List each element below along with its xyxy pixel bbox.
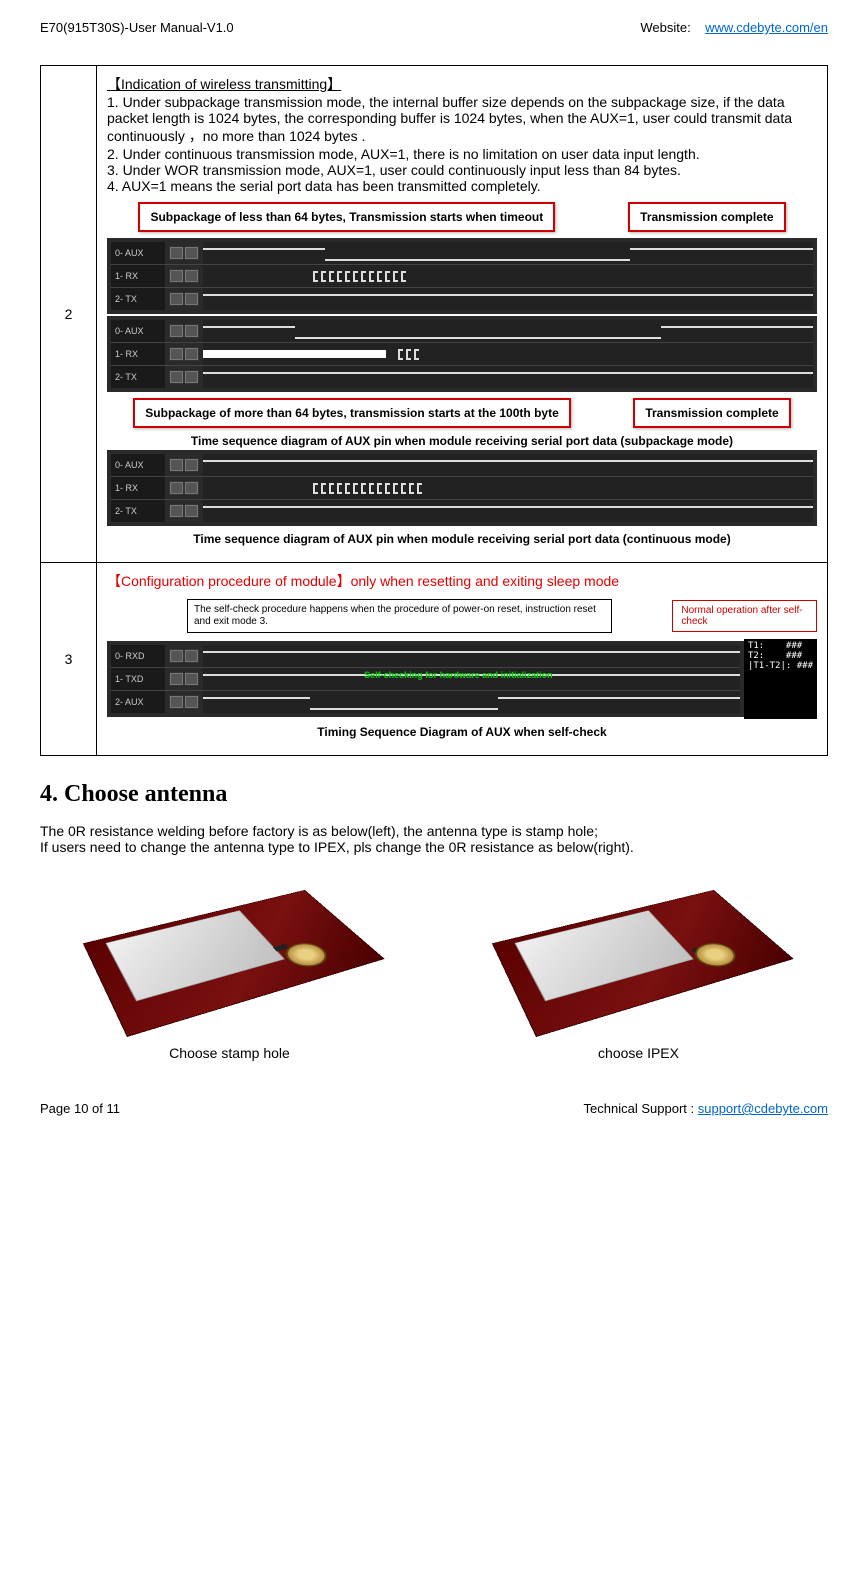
support-email-link[interactable]: support@cdebyte.com: [698, 1101, 828, 1116]
wf-controls-icon: [169, 481, 199, 495]
timing-diagram-selfcheck: The self-check procedure happens when th…: [107, 599, 817, 739]
callout-tx-complete-1: Transmission complete: [628, 202, 785, 232]
page-number: Page 10 of 11: [40, 1101, 120, 1116]
row-content: 【Indication of wireless transmitting】 1.…: [97, 66, 828, 563]
callout-subpackage-gt64: Subpackage of more than 64 bytes, transm…: [133, 398, 570, 428]
timing-diagram-subpackage: Subpackage of less than 64 bytes, Transm…: [107, 202, 817, 546]
wf-controls-icon: [169, 695, 199, 709]
pcb-image-left: [90, 865, 370, 1035]
row2-p1: 1. Under subpackage transmission mode, t…: [107, 94, 817, 146]
waveform-block-3: 0- AUX 1- RX 2- TX: [107, 450, 817, 526]
wf-controls-icon: [169, 246, 199, 260]
timing-readout: T1: ### T2: ### |T1-T2|: ###: [744, 639, 817, 719]
website-link[interactable]: www.cdebyte.com/en: [705, 20, 828, 35]
wf-label-rx: 1- RX: [111, 477, 165, 499]
wf-label-tx: 2- TX: [111, 288, 165, 310]
page-header: E70(915T30S)-User Manual-V1.0 Website: w…: [40, 20, 828, 35]
wf-label-aux: 0- AUX: [111, 242, 165, 264]
diagram-caption-continuous: Time sequence diagram of AUX pin when mo…: [107, 532, 817, 546]
wf-controls-icon: [169, 324, 199, 338]
green-selfcheck-label: Self-checking for hardware and initializ…: [364, 670, 553, 680]
wf-label-aux: 0- AUX: [111, 320, 165, 342]
row2-p3: 3. Under WOR transmission mode, AUX=1, u…: [107, 162, 817, 178]
table-row: 2 【Indication of wireless transmitting】 …: [41, 66, 828, 563]
wf-controls-icon: [169, 370, 199, 384]
callout-selfcheck-note: The self-check procedure happens when th…: [187, 599, 612, 633]
callout-tx-complete-2: Transmission complete: [633, 398, 790, 428]
wf-controls-icon: [169, 458, 199, 472]
section-4-p1: The 0R resistance welding before factory…: [40, 823, 828, 839]
diagram-caption-selfcheck: Timing Sequence Diagram of AUX when self…: [107, 725, 817, 739]
antenna-label-left: Choose stamp hole: [90, 1045, 370, 1061]
row3-title: 【Configuration procedure of module】only …: [107, 571, 817, 591]
row2-title: 【Indication of wireless transmitting】: [107, 74, 817, 94]
wf-label-rxd: 0- RXD: [111, 645, 165, 667]
wf-controls-icon: [169, 347, 199, 361]
wf-controls-icon: [169, 292, 199, 306]
wf-controls-icon: [169, 672, 199, 686]
wf-label-tx: 2- TX: [111, 500, 165, 522]
antenna-stamp-hole: Choose stamp hole: [90, 865, 370, 1061]
antenna-ipex: choose IPEX: [499, 865, 779, 1061]
section-4-heading: 4. Choose antenna: [40, 781, 828, 808]
row-number: 2: [41, 66, 97, 563]
row-number: 3: [41, 563, 97, 756]
page-footer: Page 10 of 11 Technical Support : suppor…: [40, 1101, 828, 1116]
wf-label-aux: 0- AUX: [111, 454, 165, 476]
wf-controls-icon: [169, 504, 199, 518]
wf-label-txd: 1- TXD: [111, 668, 165, 690]
wf-controls-icon: [169, 649, 199, 663]
row-content: 【Configuration procedure of module】only …: [97, 563, 828, 756]
callout-normal-operation: Normal operation after self-check: [672, 600, 817, 632]
wf-controls-icon: [169, 269, 199, 283]
antenna-label-right: choose IPEX: [499, 1045, 779, 1061]
table-row: 3 【Configuration procedure of module】onl…: [41, 563, 828, 756]
row2-p4: 4. AUX=1 means the serial port data has …: [107, 178, 817, 194]
waveform-block-2: 0- AUX 1- RX 2- TX: [107, 316, 817, 392]
diagram-caption-subpackage: Time sequence diagram of AUX pin when mo…: [107, 434, 817, 448]
section-4-p2: If users need to change the antenna type…: [40, 839, 828, 855]
wf-label-rx: 1- RX: [111, 343, 165, 365]
antenna-images-row: Choose stamp hole choose IPEX: [40, 865, 828, 1061]
doc-title: E70(915T30S)-User Manual-V1.0: [40, 20, 234, 35]
callout-subpackage-lt64: Subpackage of less than 64 bytes, Transm…: [138, 202, 555, 232]
waveform-block-selfcheck: 0- RXD 1- TXD Self-checking for hardware…: [107, 641, 744, 717]
wf-label-aux: 2- AUX: [111, 691, 165, 713]
content-table: 2 【Indication of wireless transmitting】 …: [40, 65, 828, 756]
wf-label-rx: 1- RX: [111, 265, 165, 287]
wf-label-tx: 2- TX: [111, 366, 165, 388]
pcb-image-right: [499, 865, 779, 1035]
waveform-block-1: 0- AUX 1- RX 2- TX: [107, 238, 817, 314]
website-block: Website: www.cdebyte.com/en: [640, 20, 828, 35]
support-block: Technical Support : support@cdebyte.com: [584, 1101, 828, 1116]
row2-p2: 2. Under continuous transmission mode, A…: [107, 146, 817, 162]
